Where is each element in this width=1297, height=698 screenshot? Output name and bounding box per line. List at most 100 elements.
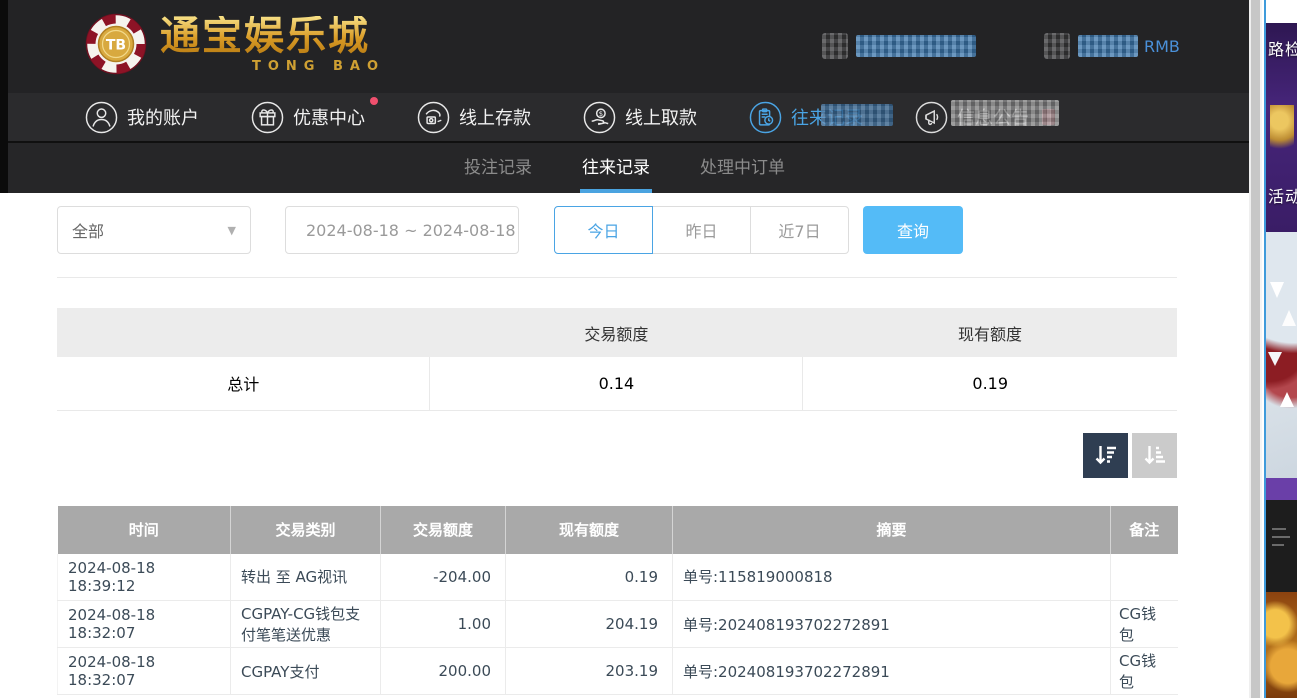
tab-pending-orders[interactable]: 处理中订单: [698, 143, 787, 193]
svg-text:TB: TB: [106, 38, 126, 54]
last7days-button[interactable]: 近7日: [750, 206, 849, 254]
cell-remark: [1111, 554, 1178, 601]
table-row: 2024-08-18 18:32:07 CGPAY支付 200.00 203.1…: [58, 648, 1178, 695]
sort-desc-icon: [1093, 442, 1119, 468]
col-trade-amount: 交易额度: [381, 506, 506, 554]
tab-transaction-records[interactable]: 往来记录: [580, 143, 652, 193]
side-banner-dark-block: [1266, 500, 1297, 592]
summary-total-label: 总计: [57, 357, 430, 410]
table-row: 2024-08-18 18:32:07 CGPAY-CG钱包支付笔笔送优惠 1.…: [58, 601, 1178, 648]
side-banner-shark-image: [1266, 232, 1297, 478]
username-masked[interactable]: [856, 35, 976, 57]
user-icon: [85, 101, 118, 134]
announcement-icon: [915, 101, 948, 134]
type-select-value: 全部: [72, 218, 104, 242]
background-window-sliver: 路检 活动: [1264, 0, 1297, 698]
left-edge-strip: [0, 0, 8, 193]
casino-chip-icon: TB: [85, 13, 147, 75]
tab-betting-records[interactable]: 投注记录: [462, 143, 534, 193]
summary-current-amount: 0.19: [803, 357, 1177, 410]
user-info-area: RMB: [822, 33, 1180, 59]
cell-summary: 单号:202408193702272891: [673, 601, 1111, 648]
brand-name-en: TONG BAO: [252, 60, 385, 73]
type-select[interactable]: 全部 ▼: [57, 206, 251, 254]
summary-total-row: 总计 0.14 0.19: [57, 357, 1177, 410]
cell-type: 转出 至 AG视讯: [231, 554, 381, 601]
records-header-row: 时间 交易类别 交易额度 现有额度 摘要 备注: [58, 506, 1178, 554]
cell-trade-amount: -204.00: [381, 554, 506, 601]
cell-trade-amount: 200.00: [381, 648, 506, 695]
balance-masked: [1078, 35, 1138, 57]
summary-header-current: 现有额度: [803, 308, 1177, 357]
side-banner-label-luxian: 路检: [1268, 36, 1297, 60]
currency-label: RMB: [1144, 37, 1180, 56]
quick-range-group: 今日 昨日 近7日: [554, 206, 849, 254]
side-banner-purple-strip: [1266, 478, 1297, 500]
summary-header-empty: [57, 308, 430, 357]
nav-item-promotions[interactable]: 优惠中心: [251, 101, 365, 134]
filter-separator: [57, 277, 1177, 278]
nav-item-withdraw[interactable]: $ 线上取款: [583, 101, 697, 134]
yesterday-button[interactable]: 昨日: [652, 206, 751, 254]
cell-summary: 单号:202408193702272891: [673, 648, 1111, 695]
records-icon: [749, 101, 782, 134]
col-summary: 摘要: [673, 506, 1111, 554]
cell-current-amount: 203.19: [506, 648, 673, 695]
summary-header-row: 交易额度 现有额度: [57, 308, 1177, 357]
nav-item-my-account[interactable]: 我的账户: [85, 101, 199, 134]
cell-type: CGPAY-CG钱包支付笔笔送优惠: [231, 601, 381, 648]
main-navigation: 我的账户 优惠中心 线上存款 $: [0, 93, 1249, 141]
filter-row: 全部 ▼ 2024-08-18 ~ 2024-08-18 今日 昨日 近7日 查…: [57, 206, 1177, 254]
side-banner-gold-decoration: [1270, 105, 1294, 157]
sort-asc-button[interactable]: [1132, 433, 1177, 478]
cell-remark: CG钱包: [1111, 601, 1178, 648]
cell-time: 2024-08-18 18:39:12: [58, 554, 231, 601]
sort-asc-icon: [1142, 442, 1168, 468]
cell-current-amount: 204.19: [506, 601, 673, 648]
withdraw-icon: $: [583, 101, 616, 134]
col-type: 交易类别: [231, 506, 381, 554]
col-remark: 备注: [1111, 506, 1178, 554]
summary-table: 交易额度 现有额度 总计 0.14 0.19: [57, 308, 1177, 411]
nav-records-blur-mask: [821, 104, 893, 126]
cell-current-amount: 0.19: [506, 554, 673, 601]
caret-down-icon: ▼: [228, 224, 236, 237]
brand-text: 通宝娱乐城 TONG BAO: [160, 16, 385, 73]
cell-summary: 单号:115819000818: [673, 554, 1111, 601]
cell-type: CGPAY支付: [231, 648, 381, 695]
side-banner-purple: 路检 活动: [1266, 23, 1297, 232]
nav-announce-blur-mask: [951, 100, 1059, 126]
search-button[interactable]: 查询: [863, 206, 963, 254]
summary-header-trade: 交易额度: [430, 308, 803, 357]
nav-item-announcements[interactable]: 信息公告: [915, 101, 1055, 134]
brand-name-cn: 通宝娱乐城: [160, 16, 385, 56]
table-row: 2024-08-18 18:39:12 转出 至 AG视讯 -204.00 0.…: [58, 554, 1178, 601]
gift-icon: [251, 101, 284, 134]
brand-logo[interactable]: TB 通宝娱乐城 TONG BAO: [85, 13, 385, 75]
promo-badge-dot: [370, 97, 378, 105]
cell-time: 2024-08-18 18:32:07: [58, 648, 231, 695]
svg-text:$: $: [599, 110, 603, 118]
window-scrollbar[interactable]: [1249, 0, 1262, 698]
summary-trade-amount: 0.14: [430, 357, 803, 410]
sort-controls: [57, 433, 1177, 478]
wallet-icon-masked: [1044, 33, 1070, 59]
nav-item-deposit[interactable]: 线上存款: [417, 101, 531, 134]
side-banner-gold-image: [1266, 592, 1297, 698]
date-range-value: 2024-08-18 ~ 2024-08-18: [306, 221, 516, 240]
today-button[interactable]: 今日: [554, 206, 653, 254]
cell-time: 2024-08-18 18:32:07: [58, 601, 231, 648]
col-time: 时间: [58, 506, 231, 554]
deposit-icon: [417, 101, 450, 134]
main-content: 全部 ▼ 2024-08-18 ~ 2024-08-18 今日 昨日 近7日 查…: [0, 193, 1249, 695]
date-range-input[interactable]: 2024-08-18 ~ 2024-08-18: [285, 206, 519, 254]
page: TB 通宝娱乐城 TONG BAO RMB 我的账户: [0, 0, 1297, 698]
record-subtabs: 投注记录 往来记录 处理中订单: [0, 141, 1249, 193]
col-current-amount: 现有额度: [506, 506, 673, 554]
nav-item-transaction-records[interactable]: 往来记录: [749, 101, 863, 134]
sort-desc-button[interactable]: [1083, 433, 1128, 478]
user-avatar-masked: [822, 33, 848, 59]
cell-remark: CG钱包: [1111, 648, 1178, 695]
cell-trade-amount: 1.00: [381, 601, 506, 648]
top-header: TB 通宝娱乐城 TONG BAO RMB: [0, 0, 1249, 93]
